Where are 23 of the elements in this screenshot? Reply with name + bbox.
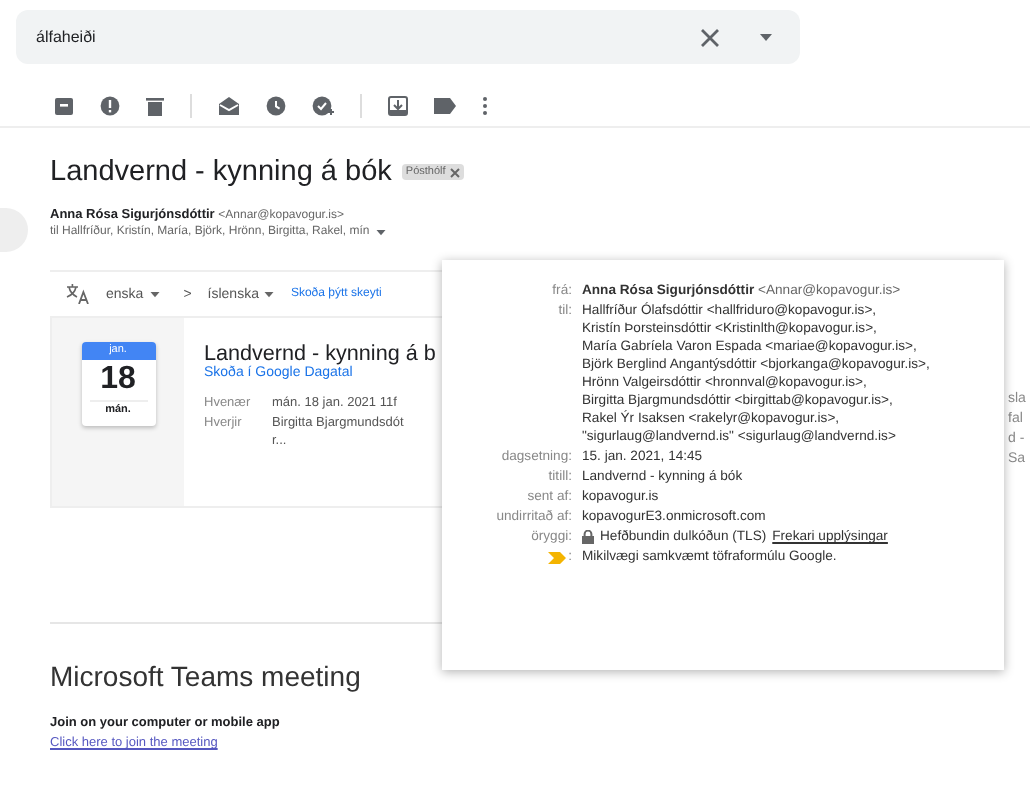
move-icon[interactable]	[388, 96, 408, 116]
caret-icon	[149, 291, 160, 297]
importance-icon	[548, 551, 567, 563]
translate-icon	[66, 284, 90, 304]
report-icon[interactable]	[100, 96, 120, 116]
lock-icon	[582, 530, 594, 544]
caret-icon[interactable]	[375, 229, 386, 235]
close-icon[interactable]	[449, 167, 460, 177]
envelope-icon[interactable]	[218, 96, 240, 116]
meeting-title: Microsoft Teams meeting	[50, 660, 363, 692]
task-icon[interactable]	[312, 96, 334, 116]
archive-icon[interactable]	[54, 96, 74, 116]
trash-icon[interactable]	[146, 96, 164, 116]
caret-icon[interactable]	[760, 33, 772, 41]
label-icon[interactable]	[434, 98, 456, 114]
search-text: álfaheiði	[36, 28, 98, 46]
event-title: Landvernd - kynning á b	[204, 342, 436, 366]
clock-icon[interactable]	[266, 96, 286, 116]
search-field[interactable]: álfaheiði	[16, 10, 800, 64]
close-icon[interactable]	[700, 27, 720, 47]
caret-icon	[264, 291, 275, 297]
email-subject: Landvernd - kynning á bók	[50, 156, 392, 188]
more-icon[interactable]	[482, 96, 488, 116]
